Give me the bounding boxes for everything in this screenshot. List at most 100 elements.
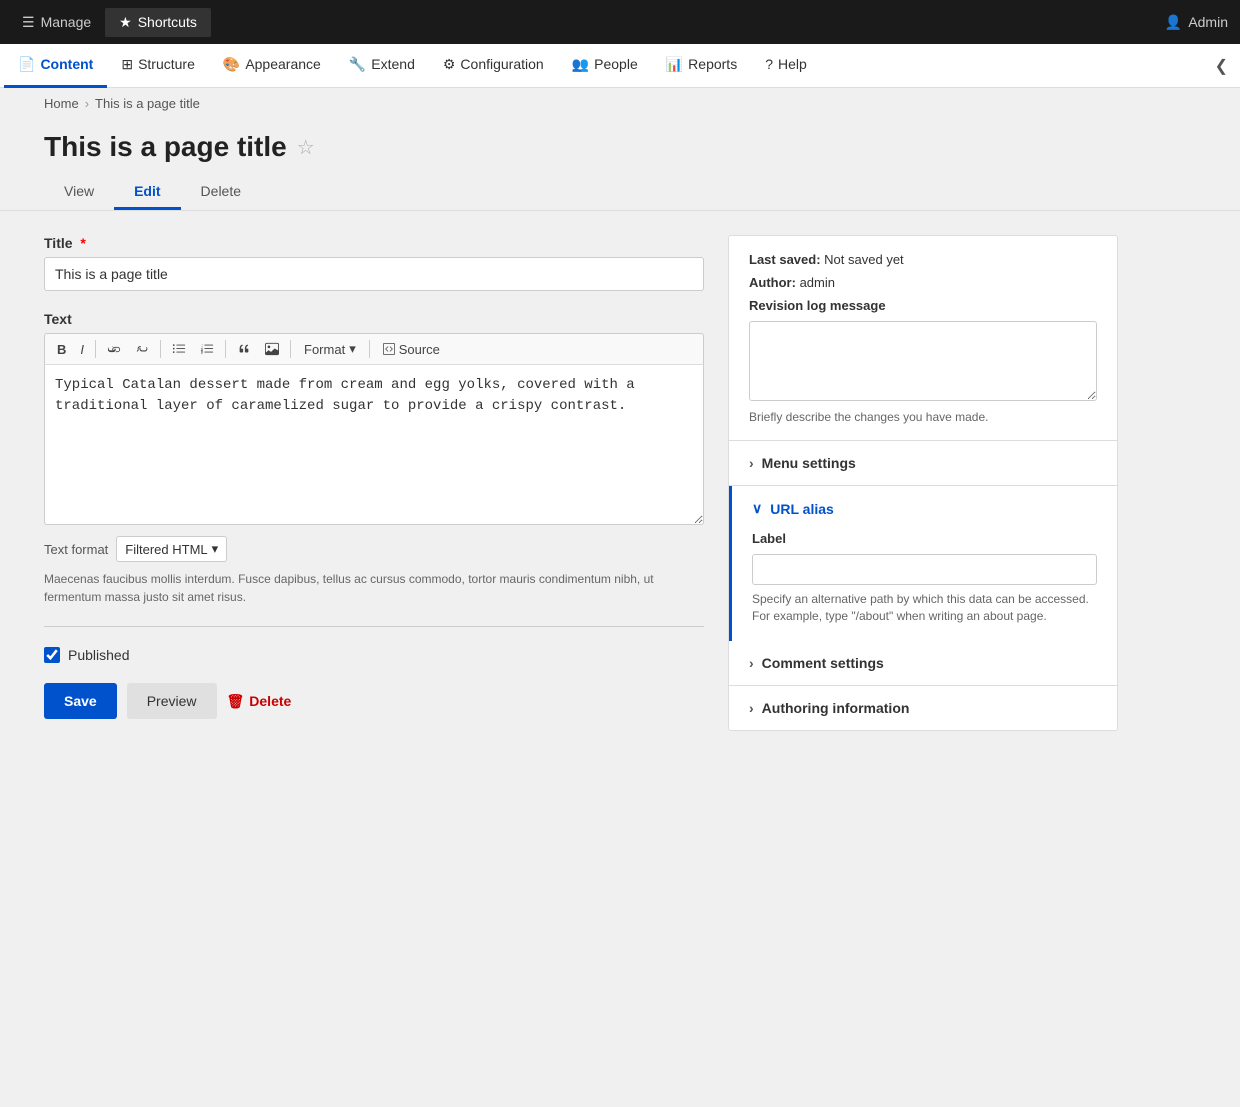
title-input[interactable] (44, 257, 704, 291)
comment-settings-chevron-icon: › (749, 655, 754, 671)
sidebar-card: Last saved: Not saved yet Author: admin … (728, 235, 1118, 731)
comment-settings-header[interactable]: › Comment settings (729, 641, 1117, 685)
blockquote-icon (237, 342, 251, 356)
nav-item-help[interactable]: ? Help (751, 44, 821, 88)
toolbar-sep-3 (225, 340, 226, 358)
nav-item-structure[interactable]: ⊞ Structure (107, 44, 209, 88)
source-label: Source (399, 342, 440, 357)
nav-collapse-button[interactable]: ❮ (1203, 56, 1240, 76)
menu-settings-chevron-icon: › (749, 455, 754, 471)
nav-people-label: People (594, 56, 638, 72)
toolbar-sep-1 (95, 340, 96, 358)
text-format-select[interactable]: Filtered HTML ▾ (116, 536, 227, 562)
nav-configuration-label: Configuration (460, 56, 543, 72)
url-alias-input[interactable] (752, 554, 1097, 585)
toolbar-blockquote[interactable] (231, 339, 257, 359)
tabs-bar: View Edit Delete (0, 163, 1240, 211)
people-icon: 👥 (572, 56, 589, 73)
menu-settings-label: Menu settings (762, 455, 856, 471)
authoring-info-header[interactable]: › Authoring information (729, 686, 1117, 730)
delete-label: Delete (249, 693, 291, 709)
breadcrumb-home[interactable]: Home (44, 96, 79, 111)
nav-item-people[interactable]: 👥 People (558, 44, 652, 88)
manage-label: Manage (41, 14, 92, 30)
favorite-icon[interactable]: ☆ (297, 135, 315, 160)
toolbar-link[interactable] (101, 339, 127, 359)
manage-button[interactable]: ☰ Manage (12, 8, 101, 37)
format-help-text: Maecenas faucibus mollis interdum. Fusce… (44, 570, 704, 606)
top-bar-left: ☰ Manage ★ Shortcuts (12, 8, 211, 37)
revision-log-textarea[interactable] (749, 321, 1097, 401)
toolbar-format-button[interactable]: Format ▾ (296, 338, 364, 360)
shortcuts-button[interactable]: ★ Shortcuts (105, 8, 211, 37)
last-saved-label: Last saved: (749, 252, 821, 267)
tab-edit[interactable]: Edit (114, 175, 180, 210)
unlink-icon (135, 342, 149, 356)
author-label: Author: (749, 275, 796, 290)
nav-item-reports[interactable]: 📊 Reports (652, 44, 751, 88)
published-checkbox[interactable] (44, 647, 60, 663)
toolbar-bold[interactable]: B (51, 339, 72, 360)
nav-appearance-label: Appearance (245, 56, 321, 72)
ul-icon (172, 342, 186, 356)
revision-log-label: Revision log message (749, 298, 1097, 313)
toolbar-sep-5 (369, 340, 370, 358)
url-alias-chevron-icon: ∨ (752, 500, 762, 517)
left-panel: Title * Text B I (44, 235, 704, 1083)
nav-content-label: Content (40, 56, 93, 72)
nav-item-content[interactable]: 📄 Content (4, 44, 107, 88)
text-editor[interactable]: Typical Catalan dessert made from cream … (44, 365, 704, 525)
reports-icon: 📊 (666, 56, 683, 73)
page-title: This is a page title (44, 131, 287, 163)
text-format-value: Filtered HTML (125, 542, 207, 557)
preview-button[interactable]: Preview (127, 683, 217, 719)
sidebar-meta-section: Last saved: Not saved yet Author: admin … (729, 236, 1117, 441)
last-saved-row: Last saved: Not saved yet (749, 252, 1097, 267)
url-alias-header[interactable]: ∨ URL alias (732, 486, 1117, 531)
nav-item-configuration[interactable]: ⚙ Configuration (429, 44, 558, 88)
author-value: admin (800, 275, 835, 290)
page-header: This is a page title ☆ (0, 119, 1240, 163)
editor-toolbar: B I (44, 333, 704, 365)
nav-reports-label: Reports (688, 56, 737, 72)
toolbar-ol[interactable] (194, 339, 220, 359)
toolbar-image[interactable] (259, 339, 285, 359)
url-alias-label: URL alias (770, 501, 834, 517)
right-panel: Last saved: Not saved yet Author: admin … (728, 235, 1118, 1083)
format-chevron-icon: ▾ (349, 341, 356, 357)
nav-help-label: Help (778, 56, 807, 72)
nav-item-appearance[interactable]: 🎨 Appearance (209, 44, 335, 88)
delete-button[interactable]: 🗑 Delete (227, 693, 292, 710)
source-code-icon (383, 343, 395, 355)
delete-trash-icon: 🗑 (227, 693, 245, 710)
nav-item-extend[interactable]: 🔧 Extend (335, 44, 429, 88)
user-icon: 👤 (1165, 14, 1182, 31)
url-alias-help: Specify an alternative path by which thi… (752, 591, 1097, 625)
breadcrumb-page: This is a page title (95, 96, 200, 111)
save-button[interactable]: Save (44, 683, 117, 719)
toolbar-source-button[interactable]: Source (375, 339, 448, 360)
breadcrumb: Home › This is a page title (0, 88, 1240, 119)
text-format-label: Text format (44, 542, 108, 557)
comment-settings-label: Comment settings (762, 655, 884, 671)
authoring-info-section: › Authoring information (729, 686, 1117, 730)
toolbar-ul[interactable] (166, 339, 192, 359)
toolbar-unlink[interactable] (129, 339, 155, 359)
published-label[interactable]: Published (68, 647, 130, 663)
format-label: Format (304, 342, 345, 357)
image-icon (265, 342, 279, 356)
text-format-chevron-icon: ▾ (212, 541, 219, 557)
tab-view[interactable]: View (44, 175, 114, 210)
toolbar-italic[interactable]: I (74, 339, 90, 360)
menu-settings-header[interactable]: › Menu settings (729, 441, 1117, 485)
tab-delete[interactable]: Delete (181, 175, 261, 210)
last-saved-value: Not saved yet (824, 252, 904, 267)
star-icon: ★ (119, 14, 132, 31)
nav-extend-label: Extend (371, 56, 415, 72)
menu-settings-section: › Menu settings (729, 441, 1117, 486)
text-field-group: Text B I (44, 311, 704, 606)
hamburger-icon: ☰ (22, 14, 35, 31)
published-row: Published (44, 647, 704, 663)
appearance-icon: 🎨 (223, 56, 240, 73)
config-icon: ⚙ (443, 56, 456, 73)
